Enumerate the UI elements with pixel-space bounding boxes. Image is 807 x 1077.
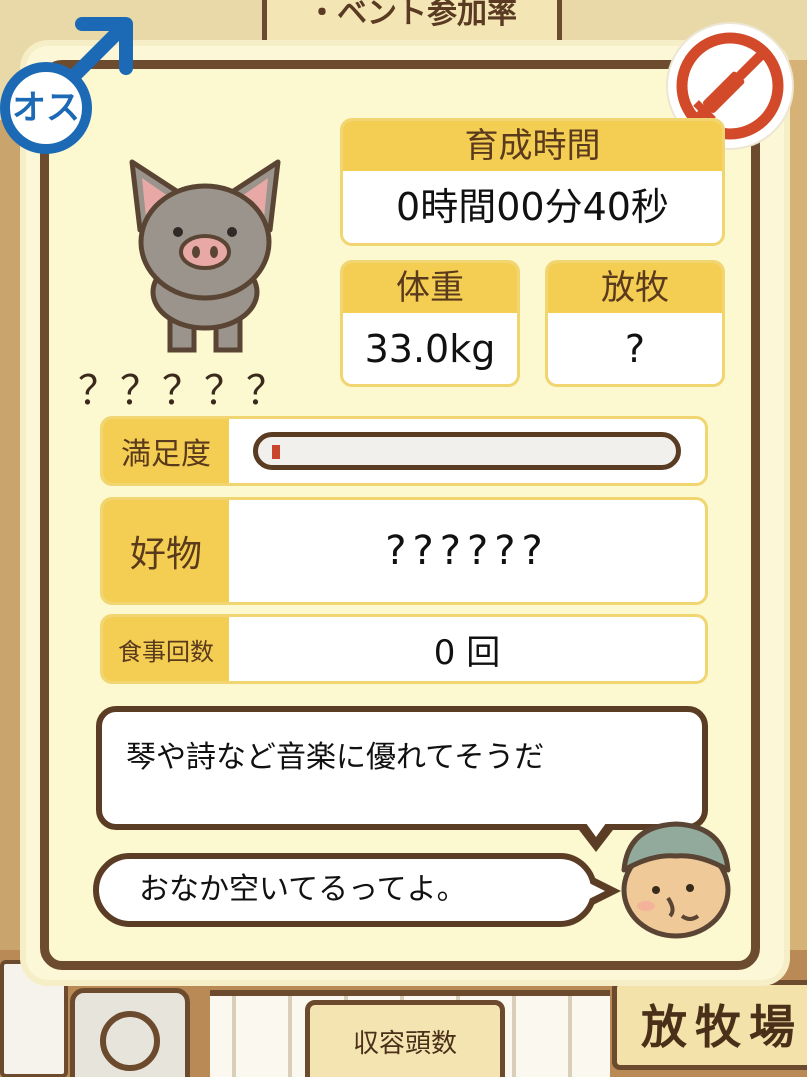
raising-time-label: 育成時間 (343, 121, 722, 171)
grazing-field-sign: 放牧場 (612, 980, 807, 1070)
farmer-face-icon (621, 821, 731, 939)
pig-name: ？？？？？ (78, 368, 288, 414)
pig-portrait (110, 152, 300, 362)
ventilation-fan-icon (70, 988, 190, 1077)
male-badge: オス (0, 10, 140, 154)
farmer-avatar (610, 812, 744, 942)
weight-value: 33.0kg (364, 327, 496, 371)
comment-text: 琴や詩など音楽に優れてそうだ (126, 740, 545, 775)
satisfaction-bar-fill (272, 445, 280, 459)
raising-time-box: 育成時間 0時間00分40秒 (340, 118, 725, 246)
raising-time-value: 0時間00分40秒 (396, 185, 669, 229)
capacity-sign: 収容頭数 (305, 1000, 505, 1077)
weight-box: 体重 33.0kg (340, 260, 520, 387)
satisfaction-label: 満足度 (103, 419, 229, 483)
grazing-value: ? (624, 327, 646, 371)
pig-icon (129, 159, 281, 353)
weight-label: 体重 (343, 263, 517, 313)
satisfaction-row: 満足度 (100, 416, 708, 486)
farmer-speech-text: おなか空いてるってよ。 (139, 872, 467, 907)
farmer-speech-bubble: おなか空いてるってよ。 (93, 853, 621, 927)
meal-count-value: 0 回 (433, 632, 501, 673)
favorite-food-label: 好物 (103, 500, 229, 602)
satisfaction-bar (253, 432, 681, 470)
meal-count-row: 食事回数 0 回 (100, 614, 708, 684)
favorite-food-value: ?????? (385, 528, 549, 574)
grazing-box: 放牧 ? (545, 260, 725, 387)
gender-label: オス (0, 62, 92, 154)
meal-count-label: 食事回数 (103, 617, 229, 681)
favorite-food-row: 好物 ?????? (100, 497, 708, 605)
grazing-label: 放牧 (548, 263, 722, 313)
